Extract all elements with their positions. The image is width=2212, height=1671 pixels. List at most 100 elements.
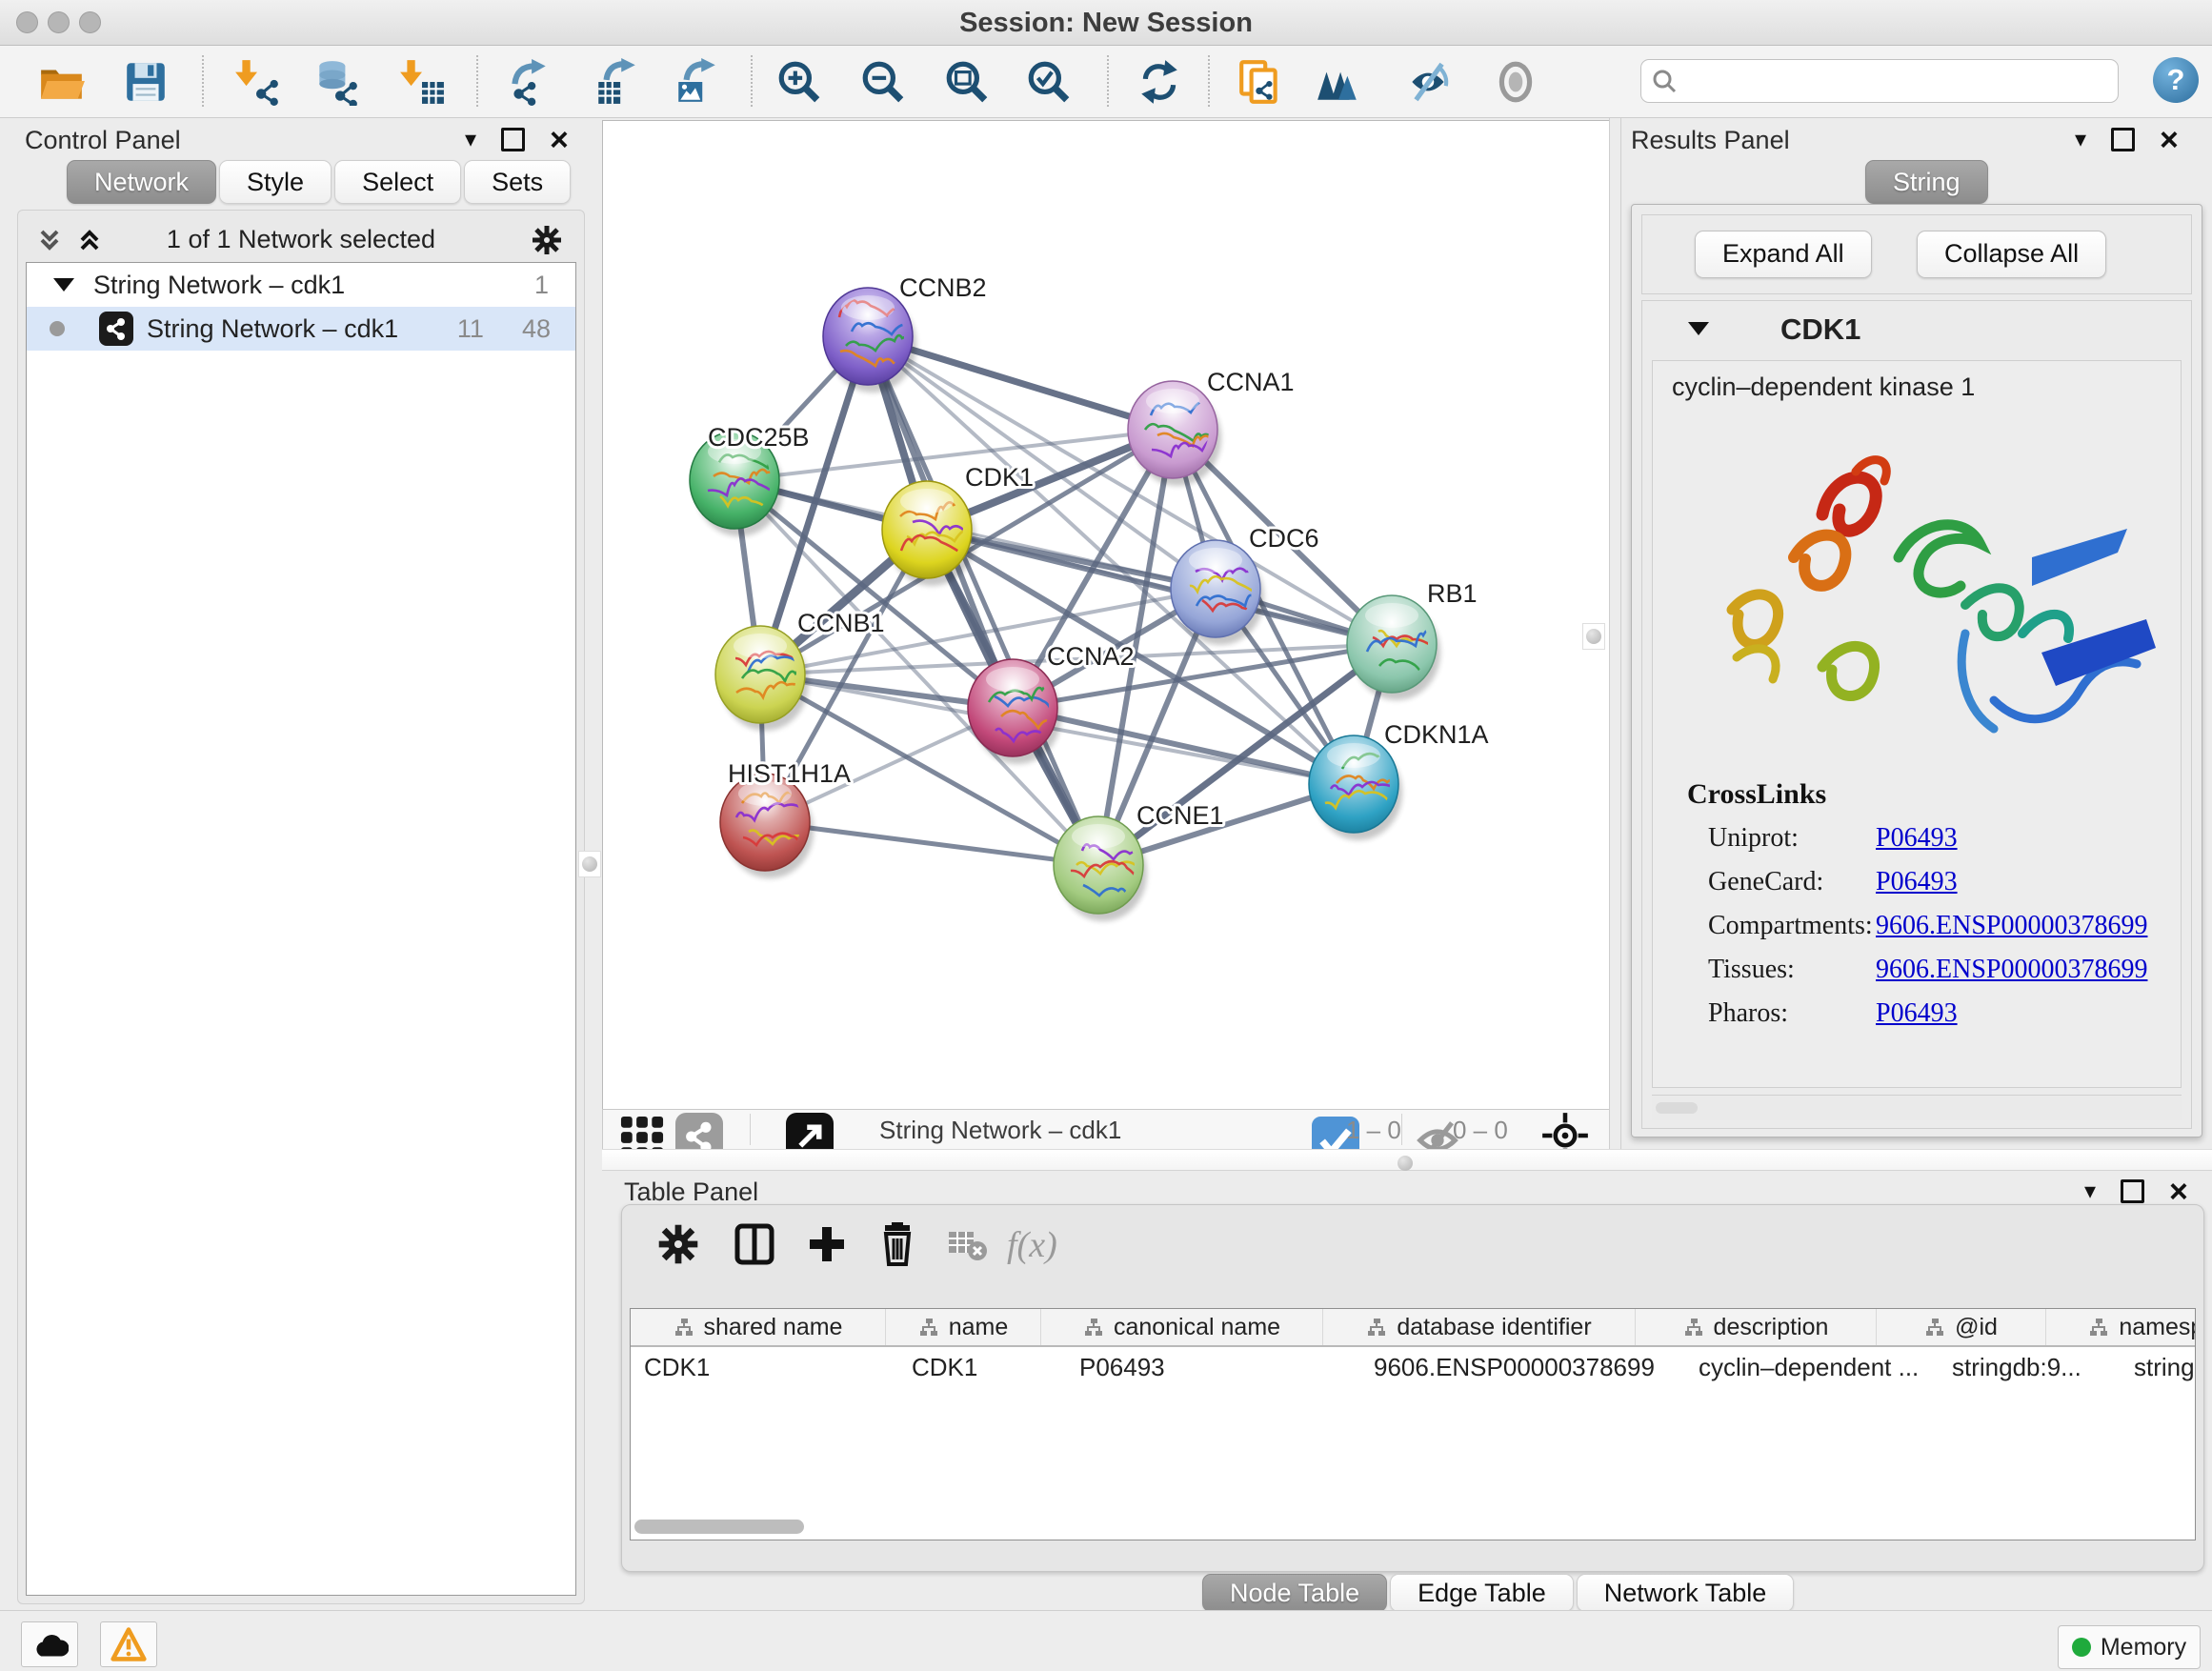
tab-network-table[interactable]: Network Table bbox=[1577, 1574, 1795, 1612]
right-splitter-handle[interactable] bbox=[1582, 623, 1605, 650]
crosslink-value-link[interactable]: 9606.ENSP00000378699 bbox=[1876, 955, 2147, 985]
column-header-id[interactable]: @id bbox=[1877, 1309, 2046, 1345]
column-header-shared-name[interactable]: shared name bbox=[631, 1309, 886, 1345]
share-view-icon[interactable] bbox=[675, 1113, 710, 1147]
tab-sets[interactable]: Sets bbox=[464, 160, 571, 204]
show-columns-icon[interactable] bbox=[733, 1222, 776, 1266]
hide-graphics-details-icon[interactable] bbox=[1404, 58, 1452, 106]
column-header-canonical-name[interactable]: canonical name bbox=[1041, 1309, 1323, 1345]
table-panel-close-icon[interactable]: × bbox=[2169, 1181, 2188, 1202]
detach-view-icon[interactable] bbox=[786, 1113, 820, 1147]
left-splitter-handle[interactable] bbox=[578, 851, 601, 877]
first-neighbors-icon[interactable] bbox=[1315, 58, 1362, 106]
table-horizontal-scrollbar[interactable] bbox=[634, 1520, 804, 1534]
search-box bbox=[1640, 59, 2119, 103]
selected-nodes-checkbox-icon[interactable] bbox=[1312, 1117, 1337, 1142]
import-network-database-icon[interactable] bbox=[312, 58, 360, 106]
results-panel-float-icon[interactable] bbox=[2111, 128, 2135, 151]
network-options-gear-icon[interactable] bbox=[531, 224, 563, 256]
network-node-CDC6[interactable]: CDC6 bbox=[1171, 524, 1319, 645]
status-bar: Memory bbox=[0, 1610, 2212, 1671]
tab-node-table[interactable]: Node Table bbox=[1202, 1574, 1387, 1612]
network-row[interactable]: String Network – cdk1 11 48 bbox=[27, 307, 575, 351]
network-node-CCNB2[interactable]: CCNB2 bbox=[823, 273, 987, 393]
crosslink-value-link[interactable]: P06493 bbox=[1876, 998, 1958, 1029]
tab-network[interactable]: Network bbox=[67, 160, 216, 204]
export-table-icon[interactable] bbox=[593, 58, 640, 106]
network-node-HIST1H1A[interactable]: HIST1H1A bbox=[720, 759, 851, 878]
memory-label: Memory bbox=[2101, 1634, 2186, 1661]
grid-view-icon[interactable] bbox=[618, 1114, 651, 1146]
network-canvas[interactable]: CCNB2CCNA1CDC25BCDK1CDC6RB1CCNB1CCNA2CDK… bbox=[602, 120, 1610, 1111]
node-table: shared namenamecanonical namedatabase id… bbox=[630, 1308, 2196, 1540]
table-cell[interactable]: stringdb:9... bbox=[1939, 1347, 2121, 1387]
tab-edge-table[interactable]: Edge Table bbox=[1390, 1574, 1574, 1612]
table-row[interactable]: CDK1CDK1P064939606.ENSP00000378699cyclin… bbox=[631, 1347, 2195, 1387]
protein-card: cyclin–dependent kinase 1 bbox=[1652, 360, 2182, 1088]
new-network-from-selection-icon[interactable] bbox=[1237, 58, 1284, 106]
help-button[interactable]: ? bbox=[2153, 57, 2199, 103]
memory-status-icon bbox=[2072, 1638, 2091, 1657]
crosslink-label: Compartments: bbox=[1708, 911, 1876, 941]
results-panel-close-icon[interactable]: × bbox=[2160, 130, 2179, 151]
expand-all-button[interactable]: Expand All bbox=[1695, 231, 1872, 278]
control-panel-menu-icon[interactable]: ▾ bbox=[465, 129, 476, 151]
network-node-RB1[interactable]: RB1 bbox=[1347, 579, 1478, 700]
results-panel-menu-icon[interactable]: ▾ bbox=[2075, 129, 2086, 151]
tab-string[interactable]: String bbox=[1865, 160, 1988, 204]
zoom-in-icon[interactable] bbox=[775, 58, 823, 106]
crosslink-row: Tissues:9606.ENSP00000378699 bbox=[1708, 948, 2165, 992]
network-node-label-CDC25B: CDC25B bbox=[708, 423, 810, 452]
network-node-label-CDC6: CDC6 bbox=[1249, 524, 1319, 553]
delete-column-icon[interactable] bbox=[875, 1222, 919, 1266]
crosslink-value-link[interactable]: P06493 bbox=[1876, 823, 1958, 854]
table-cell[interactable]: 9606.ENSP00000378699 bbox=[1360, 1347, 1685, 1387]
warnings-button[interactable] bbox=[100, 1621, 157, 1667]
crosslink-value-link[interactable]: 9606.ENSP00000378699 bbox=[1876, 911, 2147, 941]
table-options-gear-icon[interactable] bbox=[656, 1222, 700, 1266]
crosslink-row: Pharos:P06493 bbox=[1708, 992, 2165, 1036]
cloud-status-button[interactable] bbox=[21, 1621, 78, 1667]
birdseye-view-icon[interactable] bbox=[1492, 58, 1539, 106]
table-cell[interactable]: stringdb bbox=[2121, 1347, 2196, 1387]
crosslink-value-link[interactable]: P06493 bbox=[1876, 867, 1958, 897]
open-session-icon[interactable] bbox=[38, 58, 86, 106]
table-cell[interactable]: cyclin–dependent ... bbox=[1685, 1347, 1939, 1387]
import-network-file-icon[interactable] bbox=[233, 58, 281, 106]
add-column-icon[interactable] bbox=[805, 1222, 849, 1266]
table-panel-float-icon[interactable] bbox=[2121, 1179, 2144, 1203]
import-table-icon[interactable] bbox=[398, 58, 446, 106]
collection-expander-icon[interactable] bbox=[53, 278, 74, 292]
export-network-icon[interactable] bbox=[505, 58, 553, 106]
save-session-icon[interactable] bbox=[122, 58, 170, 106]
table-cell[interactable]: CDK1 bbox=[631, 1347, 898, 1387]
protein-expander-icon[interactable] bbox=[1688, 322, 1709, 335]
tab-select[interactable]: Select bbox=[334, 160, 461, 204]
control-panel-float-icon[interactable] bbox=[501, 128, 525, 151]
column-header-namespace[interactable]: namespace bbox=[2046, 1309, 2196, 1345]
zoom-out-icon[interactable] bbox=[859, 58, 907, 106]
network-node-CDC25B[interactable]: CDC25B bbox=[690, 423, 810, 536]
tab-style[interactable]: Style bbox=[219, 160, 332, 204]
refresh-icon[interactable] bbox=[1136, 58, 1183, 106]
network-node-CCNA1[interactable]: CCNA1 bbox=[1128, 368, 1295, 486]
zoom-selected-icon[interactable] bbox=[1025, 58, 1073, 106]
protein-card-scrollbar[interactable] bbox=[1652, 1095, 2182, 1120]
protein-section-header[interactable]: CDK1 bbox=[1642, 301, 2191, 358]
zoom-fit-icon[interactable] bbox=[943, 58, 991, 106]
center-view-icon[interactable] bbox=[1541, 1112, 1578, 1148]
network-node-CDKN1A[interactable]: CDKN1A bbox=[1309, 720, 1489, 840]
column-header-name[interactable]: name bbox=[886, 1309, 1041, 1345]
table-cell[interactable]: P06493 bbox=[1066, 1347, 1360, 1387]
horizontal-splitter[interactable] bbox=[602, 1149, 2212, 1171]
column-header-database-identifier[interactable]: database identifier bbox=[1323, 1309, 1636, 1345]
export-image-icon[interactable] bbox=[673, 58, 720, 106]
memory-button[interactable]: Memory bbox=[2058, 1625, 2201, 1669]
table-panel-menu-icon[interactable]: ▾ bbox=[2084, 1180, 2096, 1203]
network-collection-row[interactable]: String Network – cdk1 1 bbox=[27, 263, 575, 307]
collapse-all-button[interactable]: Collapse All bbox=[1917, 231, 2106, 278]
table-cell[interactable]: CDK1 bbox=[898, 1347, 1066, 1387]
control-panel-close-icon[interactable]: × bbox=[550, 130, 569, 151]
search-input[interactable] bbox=[1687, 63, 2110, 99]
column-header-description[interactable]: description bbox=[1636, 1309, 1877, 1345]
